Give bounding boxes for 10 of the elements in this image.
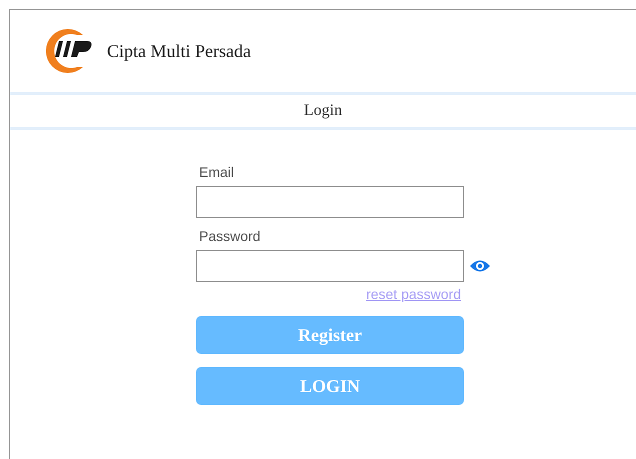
page-title: Login — [304, 101, 342, 121]
email-label: Email — [198, 163, 236, 181]
email-field[interactable] — [196, 186, 464, 218]
reset-password-link[interactable]: reset password — [366, 284, 461, 305]
login-button[interactable]: LOGIN — [196, 367, 464, 405]
company-name: Cipta Multi Persada — [107, 40, 251, 63]
password-label: Password — [198, 227, 262, 245]
register-button[interactable]: Register — [196, 316, 464, 354]
eye-icon[interactable] — [469, 259, 491, 273]
password-field[interactable] — [196, 250, 464, 282]
